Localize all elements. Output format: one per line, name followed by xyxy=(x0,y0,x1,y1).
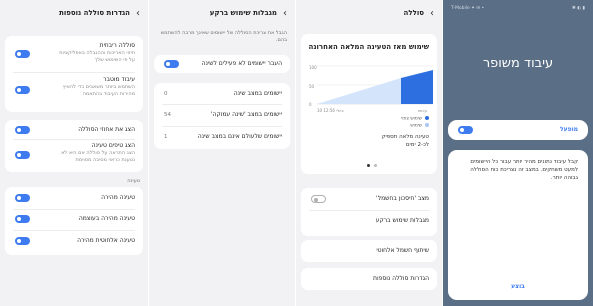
extra-battery-settings-panel: › הגדרות סוללה נוספות סוללה ריבוזית חיזו… xyxy=(0,0,148,306)
setting-description: השתמש ביותר משאבים כדי להאיץ מהירות העיב… xyxy=(62,84,135,97)
setting-label: טעינה מהירה xyxy=(101,194,135,201)
y-tick-label: 0 xyxy=(309,102,312,107)
enhanced-processing-dialog-panel: T-Mobile ✦ ✉ • ✱ ◐ ▮ עיבוד משופר מופעל ק… xyxy=(443,0,593,306)
chart-title: שימוש מאז הטעינה המלאה האחרונה xyxy=(308,43,429,51)
setting-label: העבר יישומים לא פעילים לשינה xyxy=(201,60,282,67)
top-bar: › סוללה xyxy=(296,0,442,26)
x-tick-label: 10 ביולי 12:56 xyxy=(317,108,344,113)
charging-section-header: טעינה xyxy=(127,178,140,184)
legend-swatch xyxy=(425,116,429,120)
more-battery-settings-item: הגדרות סוללה נוספות xyxy=(301,275,437,283)
legend-label: שימוש צפוי xyxy=(401,116,422,122)
background-usage-limits-panel: › מגבלות שימוש ברקע הגבל את צריכת הסוללה… xyxy=(149,0,295,306)
enhanced-processing-toggle[interactable] xyxy=(15,86,30,94)
deep-sleeping-apps-count: 54 xyxy=(164,112,171,118)
setting-label: טעינה אלחוטית מהירה xyxy=(77,237,135,244)
dialog-description: קבל עיבוד נתונים מהיר יותר עבור כל היישו… xyxy=(470,159,578,181)
toggle-state-label: מופעל xyxy=(560,126,578,133)
usage-chart xyxy=(317,65,433,105)
top-bar: › הגדרות סוללה נוספות xyxy=(0,0,148,26)
back-arrow-icon[interactable]: › xyxy=(430,8,434,19)
battery-estimate: טעינה מלאה תספיק לכ-2 ימים xyxy=(381,134,429,148)
legend-item: שימוש xyxy=(410,123,429,129)
predicted-usage-area xyxy=(401,70,433,104)
status-bar-left: T-Mobile ✦ ✉ • xyxy=(451,6,485,11)
list-item-label: שיתוף חשמל אלחוטי xyxy=(376,247,429,254)
never-sleeping-apps-count: 1 xyxy=(164,134,168,140)
divider xyxy=(13,209,135,210)
settings-card: הצג את אחוזי הסוללה הצג טיפים טעינה הצג … xyxy=(5,120,143,172)
list-item-label: הגדרות סוללה נוספות xyxy=(373,275,429,282)
enabled-toggle-card[interactable]: מופעל xyxy=(448,120,588,140)
setting-label: הצג טיפים טעינה xyxy=(91,142,135,149)
page-dot-active xyxy=(367,164,370,167)
never-sleeping-apps-item[interactable]: יישומים שלעולם אינם במצב שינה xyxy=(154,133,290,141)
sleep-toggle-card[interactable]: העבר יישומים לא פעילים לשינה xyxy=(154,55,290,73)
list-item-label: יישומים שלעולם אינם במצב שינה xyxy=(197,133,282,140)
usage-chart-card: שימוש מאז הטעינה המלאה האחרונה 100 50 0 … xyxy=(301,34,437,174)
battery-options-card: מצב 'חיסכון בחשמל' מגבלות שימוש ברקע xyxy=(301,188,437,236)
back-arrow-icon[interactable]: › xyxy=(136,8,140,19)
y-tick-label: 100 xyxy=(309,65,317,70)
list-item-label: יישומים במצב 'שינה עמוקה' xyxy=(210,111,282,118)
list-item-label: יישומים במצב שינה xyxy=(233,90,282,97)
page-title: מגבלות שימוש ברקע xyxy=(209,9,277,17)
divider xyxy=(13,139,135,140)
setting-description: הצג התראה על סוללה אם היא לא נטענת כראוי… xyxy=(61,150,135,163)
sleep-unused-apps-toggle[interactable] xyxy=(164,60,179,68)
divider xyxy=(162,104,282,105)
page-indicator xyxy=(367,162,377,169)
page-dot xyxy=(373,164,377,167)
setting-description: חיזוי האריכות וההגבלה באפליקציות על פי ה… xyxy=(59,50,135,63)
back-arrow-icon[interactable]: › xyxy=(283,8,287,19)
fast-charging-toggle[interactable] xyxy=(15,194,30,202)
x-tick-label: עכשיו xyxy=(417,108,427,113)
settings-card: סוללה ריבוזית חיזוי האריכות וההגבלה באפל… xyxy=(5,36,143,112)
charging-card: טעינה מהירה טעינה מהירה בעוצמה טעינה אלח… xyxy=(5,187,143,255)
legend-swatch xyxy=(425,123,429,127)
wireless-power-sharing-card[interactable]: שיתוף חשמל אלחוטי xyxy=(301,240,437,262)
sleeping-apps-item[interactable]: יישומים במצב שינה xyxy=(154,90,290,98)
divider xyxy=(13,72,135,73)
setting-label: עיבוד מוטבר xyxy=(103,76,135,83)
page-description: הגבל את צריכת הסוללה של יישומים שאינך מר… xyxy=(160,30,287,43)
done-button[interactable]: בוצע xyxy=(448,283,588,290)
wireless-power-sharing-item: שיתוף חשמל אלחוטי xyxy=(301,247,437,255)
page-title: הגדרות סוללה נוספות xyxy=(59,9,130,17)
more-battery-settings-card[interactable]: הגדרות סוללה נוספות xyxy=(301,268,437,290)
deep-sleeping-apps-item[interactable]: יישומים במצב 'שינה עמוקה' xyxy=(154,111,290,119)
top-bar: › מגבלות שימוש ברקע xyxy=(149,0,295,26)
super-fast-charging-toggle[interactable] xyxy=(15,215,30,223)
setting-label: טעינה מהירה בעוצמה xyxy=(78,215,135,222)
power-saving-toggle[interactable] xyxy=(311,195,326,203)
fast-wireless-charging-toggle[interactable] xyxy=(15,237,30,245)
status-bar-right: ✱ ◐ ▮ xyxy=(571,6,585,11)
sleeping-apps-count: 0 xyxy=(164,91,168,97)
y-tick-label: 50 xyxy=(309,84,315,89)
usage-area xyxy=(317,78,401,104)
show-percent-toggle[interactable] xyxy=(15,126,30,134)
legend-label: שימוש xyxy=(410,123,422,129)
setting-label: הצג את אחוזי הסוללה xyxy=(78,126,135,133)
divider xyxy=(13,230,135,231)
setting-label: סוללה ריבוזית xyxy=(99,42,135,49)
legend-item: שימוש צפוי xyxy=(401,116,429,122)
dialog-title: עיבוד משופר xyxy=(482,56,554,71)
sleep-lists-card: יישומים במצב שינה 0 יישומים במצב 'שינה ע… xyxy=(154,83,290,149)
info-sheet: קבל עיבוד נתונים מהיר יותר עבור כל היישו… xyxy=(448,150,588,300)
battery-panel: › סוללה שימוש מאז הטעינה המלאה האחרונה 1… xyxy=(296,0,442,306)
list-item-label: מצב 'חיסכון בחשמל' xyxy=(376,195,429,202)
enhanced-processing-toggle[interactable] xyxy=(458,126,473,134)
divider xyxy=(309,210,429,211)
list-item-label: מגבלות שימוש ברקע xyxy=(375,217,429,224)
background-usage-limits-item[interactable]: מגבלות שימוש ברקע xyxy=(301,217,437,225)
charging-tips-toggle[interactable] xyxy=(15,151,30,159)
divider xyxy=(162,126,282,127)
adaptive-battery-toggle[interactable] xyxy=(15,50,30,58)
page-title: סוללה xyxy=(403,9,424,17)
